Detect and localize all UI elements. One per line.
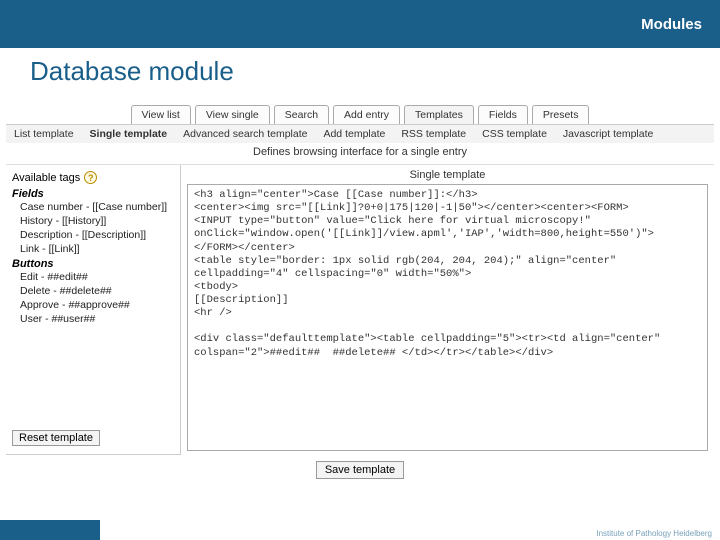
page-title: Database module: [30, 56, 690, 87]
template-code-editor[interactable]: <h3 align="center">Case [[Case number]]:…: [187, 184, 708, 451]
footer-strip: [0, 520, 100, 540]
tag-field[interactable]: Description - [[Description]]: [12, 228, 174, 242]
tag-field[interactable]: Link - [[Link]]: [12, 242, 174, 256]
subtab-single-template[interactable]: Single template: [90, 128, 168, 140]
subtab-rss-template[interactable]: RSS template: [401, 128, 466, 140]
tab-presets[interactable]: Presets: [532, 105, 590, 124]
reset-template-button[interactable]: Reset template: [12, 430, 100, 446]
subtab-advanced-search-template[interactable]: Advanced search template: [183, 128, 307, 140]
tag-button[interactable]: User - ##user##: [12, 312, 174, 326]
subtab-javascript-template[interactable]: Javascript template: [563, 128, 653, 140]
available-tags-pane: Available tags ? Fields Case number - [[…: [6, 165, 181, 455]
tag-field[interactable]: History - [[History]]: [12, 214, 174, 228]
tabs-secondary: List template Single template Advanced s…: [6, 124, 714, 143]
buttons-group-label: Buttons: [12, 258, 174, 270]
tag-button[interactable]: Edit - ##edit##: [12, 270, 174, 284]
tab-view-list[interactable]: View list: [131, 105, 191, 124]
tab-view-single[interactable]: View single: [195, 105, 270, 124]
section-label: Modules: [641, 16, 702, 33]
section-banner: Modules: [0, 0, 720, 48]
subtab-css-template[interactable]: CSS template: [482, 128, 547, 140]
template-description: Defines browsing interface for a single …: [6, 143, 714, 165]
tab-add-entry[interactable]: Add entry: [333, 105, 400, 124]
help-icon[interactable]: ?: [84, 171, 97, 184]
subtab-add-template[interactable]: Add template: [323, 128, 385, 140]
tab-search[interactable]: Search: [274, 105, 329, 124]
save-template-button[interactable]: Save template: [316, 461, 404, 479]
tab-templates[interactable]: Templates: [404, 105, 474, 124]
available-tags-label: Available tags: [12, 172, 80, 184]
title-bar: Database module: [0, 48, 720, 101]
footer-attribution: Institute of Pathology Heidelberg: [596, 529, 712, 538]
tabs-primary: View list View single Search Add entry T…: [6, 105, 714, 124]
editor-heading: Single template: [187, 169, 708, 181]
tag-button[interactable]: Approve - ##approve##: [12, 298, 174, 312]
tag-field[interactable]: Case number - [[Case number]]: [12, 200, 174, 214]
tag-button[interactable]: Delete - ##delete##: [12, 284, 174, 298]
subtab-list-template[interactable]: List template: [14, 128, 74, 140]
template-editor-pane: Single template <h3 align="center">Case …: [181, 165, 714, 455]
tab-fields[interactable]: Fields: [478, 105, 528, 124]
fields-group-label: Fields: [12, 188, 174, 200]
